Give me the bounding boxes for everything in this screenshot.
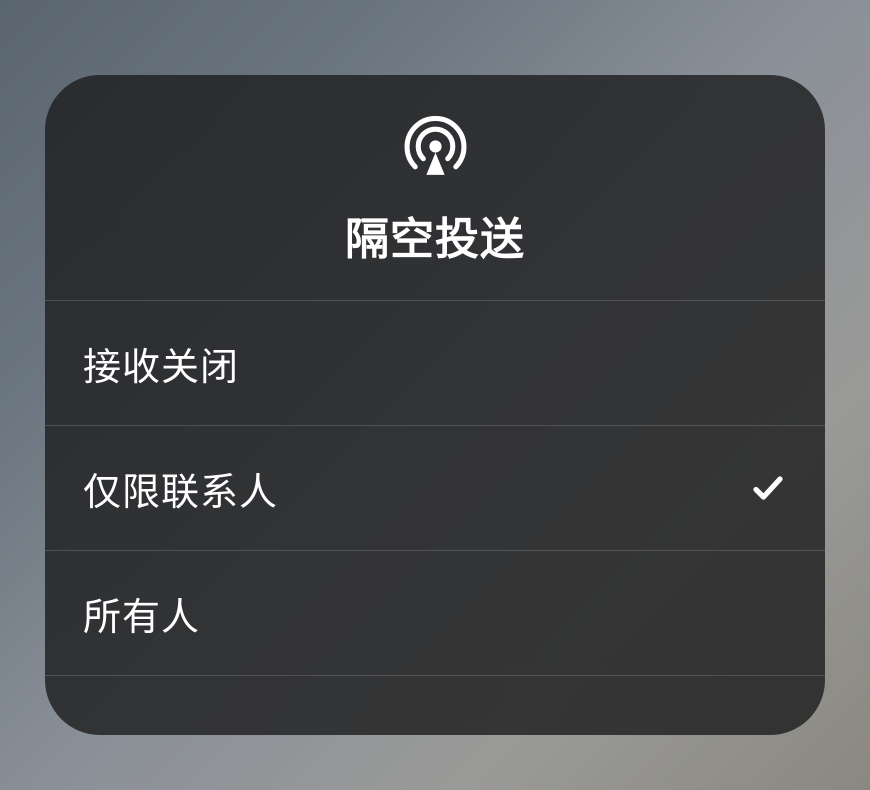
airdrop-icon xyxy=(403,116,468,181)
options-list: 接收关闭 仅限联系人 所有人 xyxy=(45,300,825,735)
checkmark-icon xyxy=(749,469,787,507)
airdrop-panel: 隔空投送 接收关闭 仅限联系人 所有人 xyxy=(45,75,825,735)
panel-header: 隔空投送 xyxy=(45,75,825,300)
option-contacts-only[interactable]: 仅限联系人 xyxy=(45,425,825,550)
option-label: 接收关闭 xyxy=(83,336,239,391)
option-receiving-off[interactable]: 接收关闭 xyxy=(45,300,825,425)
option-everyone[interactable]: 所有人 xyxy=(45,550,825,675)
option-label: 所有人 xyxy=(83,586,200,641)
panel-title: 隔空投送 xyxy=(345,203,525,267)
option-label: 仅限联系人 xyxy=(83,461,278,516)
bottom-divider xyxy=(45,675,825,676)
